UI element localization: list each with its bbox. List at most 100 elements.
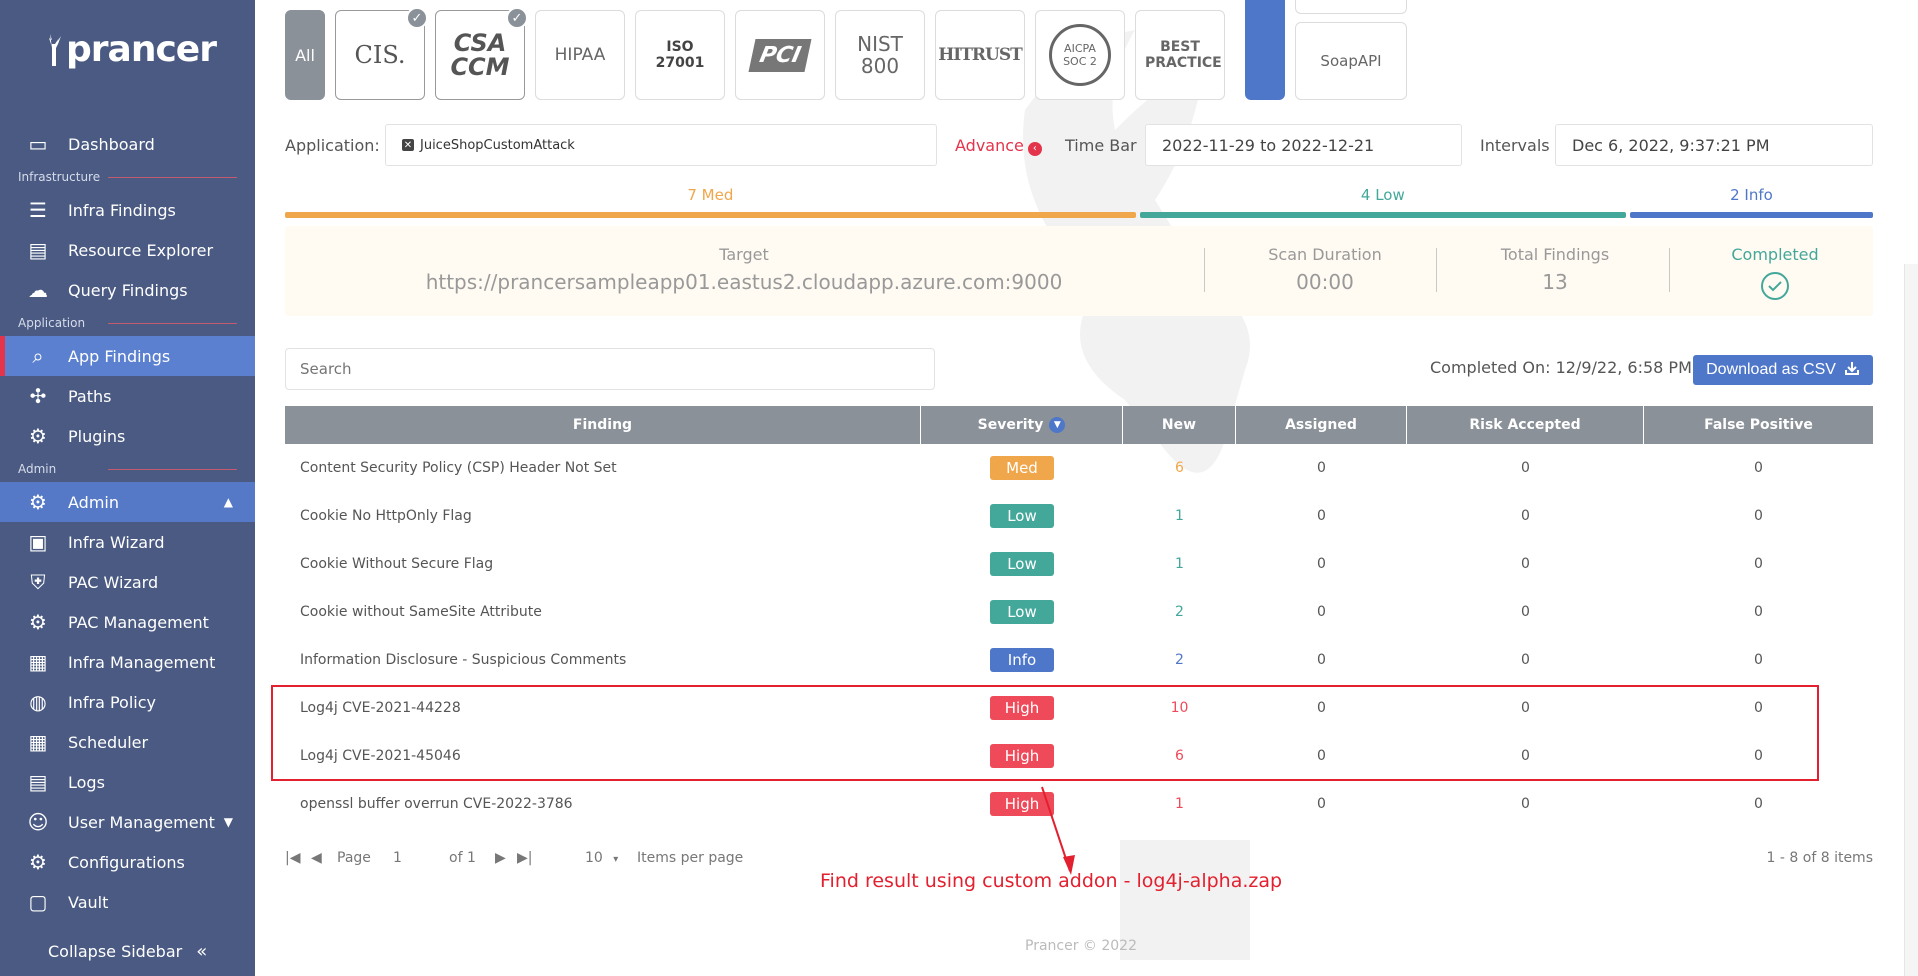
severity-bar-fill	[285, 212, 1136, 218]
brand-name: prancer	[66, 29, 217, 70]
sidebar-item-app-findings[interactable]: ⌕ App Findings	[0, 336, 255, 376]
table-row[interactable]: Cookie Without Secure Flag Low 1 0 0 0	[285, 540, 1873, 588]
sidebar-item-infra-wizard[interactable]: ▣ Infra Wizard	[0, 522, 255, 562]
last-page-icon[interactable]: ▶|	[517, 850, 532, 866]
compliance-best-practice-button[interactable]: BEST PRACTICE	[1135, 10, 1225, 100]
collapse-sidebar-label: Collapse Sidebar	[48, 941, 183, 961]
severity-badge: Info	[990, 648, 1054, 672]
severity-cell: Low	[921, 492, 1123, 540]
prev-page-icon[interactable]: ◀	[311, 850, 322, 866]
compliance-soc2-button[interactable]: AICPA SOC 2	[1035, 10, 1125, 100]
document-icon: ▦	[28, 650, 48, 674]
double-chevron-left-icon: «	[196, 940, 208, 962]
sidebar-item-logs[interactable]: ▤ Logs	[0, 762, 255, 802]
prancer-logo[interactable]: prancer	[44, 29, 217, 70]
chevron-left-icon: ‹	[1027, 141, 1042, 156]
sidebar-item-resource-explorer[interactable]: ▤ Resource Explorer	[0, 230, 255, 270]
sidebar-item-query-findings[interactable]: ☁ Query Findings	[0, 270, 255, 310]
finding-name[interactable]: Information Disclosure - Suspicious Comm…	[285, 636, 921, 684]
divider	[1436, 248, 1437, 292]
sidebar-item-paths[interactable]: ✣ Paths	[0, 376, 255, 416]
column-risk-accepted[interactable]: Risk Accepted	[1407, 406, 1644, 444]
timebar-input[interactable]: 2022-11-29 to 2022-12-21	[1145, 124, 1462, 166]
download-icon	[1844, 360, 1860, 381]
compliance-iso-button[interactable]: ISO 27001	[635, 10, 725, 100]
severity-bar-segment[interactable]: 2 Info	[1629, 184, 1873, 218]
severity-bar-segment[interactable]: 7 Med	[285, 184, 1136, 218]
wizard-icon: ▣	[28, 530, 48, 554]
sort-chevron-down-icon[interactable]: ▼	[1049, 417, 1066, 433]
false-positive-count: 0	[1754, 796, 1763, 812]
advance-toggle[interactable]: Advance ‹	[955, 136, 1042, 156]
finding-name[interactable]: Cookie Without Secure Flag	[285, 540, 921, 588]
table-row[interactable]: Content Security Policy (CSP) Header Not…	[285, 444, 1873, 492]
chevron-down-icon[interactable]: ▼	[224, 815, 233, 829]
page-number-input[interactable]: 1	[393, 850, 402, 866]
users-icon: ☺	[27, 810, 49, 834]
sidebar-section-label: Admin	[0, 456, 255, 482]
sidebar-item-admin[interactable]: ⚙ Admin ▲	[0, 482, 255, 522]
compliance-cis-button[interactable]: CIS. ✓	[335, 7, 428, 100]
risk-accepted-count: 0	[1521, 508, 1530, 524]
sidebar-item-scheduler[interactable]: ▦ Scheduler	[0, 722, 255, 762]
table-header: Finding Severity ▼ New Assigned Risk Acc…	[285, 406, 1873, 444]
sidebar-item-label: Paths	[68, 386, 112, 406]
chevron-up-icon[interactable]: ▲	[224, 495, 233, 509]
sidebar-item-user-management[interactable]: ☺ User Management ▼	[0, 802, 255, 842]
download-csv-button[interactable]: Download as CSV	[1693, 355, 1873, 385]
severity-bar-segment[interactable]: 4 Low	[1139, 184, 1626, 218]
footer-copyright: Prancer © 2022	[1025, 938, 1137, 954]
compliance-nist-button[interactable]: NIST 800	[835, 10, 925, 100]
first-page-icon[interactable]: |◀	[285, 850, 300, 866]
finding-name[interactable]: Content Security Policy (CSP) Header Not…	[285, 444, 921, 492]
column-false-positive[interactable]: False Positive	[1644, 406, 1873, 444]
soapapi-button[interactable]: SoapAPI	[1295, 22, 1407, 100]
sidebar-item-label: App Findings	[68, 346, 171, 366]
sidebar-section-label: Infrastructure	[0, 164, 255, 190]
scroll-indicator[interactable]	[1245, 0, 1285, 100]
sidebar-item-plugins[interactable]: ⚙ Plugins	[0, 416, 255, 456]
next-page-icon[interactable]: ▶	[495, 850, 506, 866]
page-scrollbar[interactable]	[1904, 264, 1918, 976]
column-severity[interactable]: Severity ▼	[921, 406, 1123, 444]
column-finding[interactable]: Finding	[285, 406, 921, 444]
collapse-sidebar-button[interactable]: Collapse Sidebar «	[0, 926, 255, 976]
table-row[interactable]: Information Disclosure - Suspicious Comm…	[285, 636, 1873, 684]
column-assigned[interactable]: Assigned	[1236, 406, 1407, 444]
chevron-down-icon: ▾	[613, 854, 619, 865]
vault-icon: ▢	[28, 890, 48, 914]
application-select[interactable]: ✕ JuiceShopCustomAttack	[385, 124, 937, 166]
compliance-csa-ccm-button[interactable]: CSA CCM ✓	[435, 7, 528, 100]
table-row[interactable]: Cookie without SameSite Attribute Low 2 0 0 0	[285, 588, 1873, 636]
sidebar-item-infra-findings[interactable]: ☰ Infra Findings	[0, 190, 255, 230]
finding-name[interactable]: Cookie No HttpOnly Flag	[285, 492, 921, 540]
sidebar-item-vault[interactable]: ▢ Vault	[0, 882, 255, 922]
close-icon[interactable]: ✕	[402, 139, 414, 151]
column-new[interactable]: New	[1123, 406, 1236, 444]
compliance-all-button[interactable]: All	[285, 10, 325, 100]
finding-name[interactable]: Cookie without SameSite Attribute	[285, 588, 921, 636]
check-circle-icon	[1685, 270, 1865, 302]
compliance-hipaa-button[interactable]: HIPAA	[535, 10, 625, 100]
search-input[interactable]	[285, 348, 935, 390]
severity-cell: Low	[921, 588, 1123, 636]
table-row[interactable]: Cookie No HttpOnly Flag Low 1 0 0 0	[285, 492, 1873, 540]
items-per-page-select[interactable]: 10 ▾	[585, 850, 618, 866]
sidebar-item-label: Dashboard	[68, 134, 155, 154]
compliance-hitrust-button[interactable]: HITRUST	[935, 10, 1025, 100]
risk-accepted-count: 0	[1521, 652, 1530, 668]
log-icon: ▤	[28, 770, 48, 794]
intervals-input[interactable]: Dec 6, 2022, 9:37:21 PM	[1555, 124, 1873, 166]
scan-summary: Target https://prancersampleapp01.eastus…	[285, 226, 1873, 316]
api-option-top[interactable]	[1295, 0, 1407, 14]
compliance-filter-bar: All CIS. ✓ CSA CCM ✓ HIPAA ISO 27001 PCI…	[285, 7, 1225, 100]
sidebar-item-dashboard[interactable]: ▭ Dashboard	[0, 124, 255, 164]
sidebar-item-configurations[interactable]: ⚙ Configurations	[0, 842, 255, 882]
sidebar-item-infra-policy[interactable]: ◍ Infra Policy	[0, 682, 255, 722]
sidebar-item-pac-management[interactable]: ⚙ PAC Management	[0, 602, 255, 642]
finding-name[interactable]: openssl buffer overrun CVE-2022-3786	[285, 780, 921, 828]
sidebar-item-pac-wizard[interactable]: ⛨ PAC Wizard	[0, 562, 255, 602]
sidebar-item-infra-management[interactable]: ▦ Infra Management	[0, 642, 255, 682]
application-chip[interactable]: ✕ JuiceShopCustomAttack	[402, 137, 575, 153]
compliance-pci-button[interactable]: PCI	[735, 10, 825, 100]
